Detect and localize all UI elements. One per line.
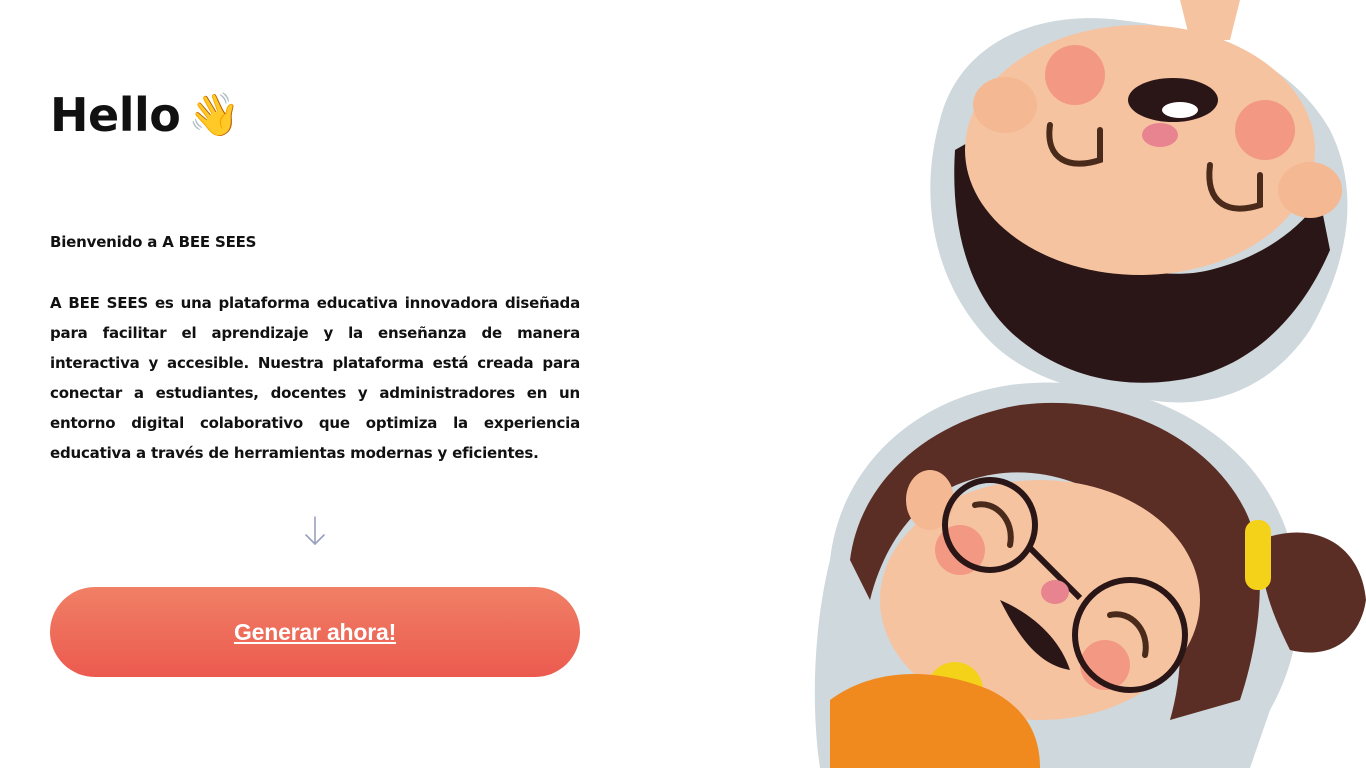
welcome-text: Bienvenido a A BEE SEES — [50, 233, 257, 251]
greeting-text: Hello — [50, 88, 181, 142]
girl-character — [814, 382, 1366, 768]
greeting-heading: Hello 👋 — [50, 88, 241, 142]
kids-illustration — [814, 0, 1366, 768]
arrow-down-icon — [305, 516, 325, 545]
generate-now-label: Generar ahora! — [233, 618, 397, 645]
landing-page: Hello 👋 Bienvenido a A BEE SEES A BEE SE… — [0, 0, 1366, 768]
description-text: A BEE SEES es una plataforma educativa i… — [50, 294, 580, 462]
generate-now-button[interactable]: Generar ahora! — [50, 587, 580, 677]
boy-character — [930, 0, 1348, 403]
wave-icon: 👋 — [188, 90, 241, 139]
